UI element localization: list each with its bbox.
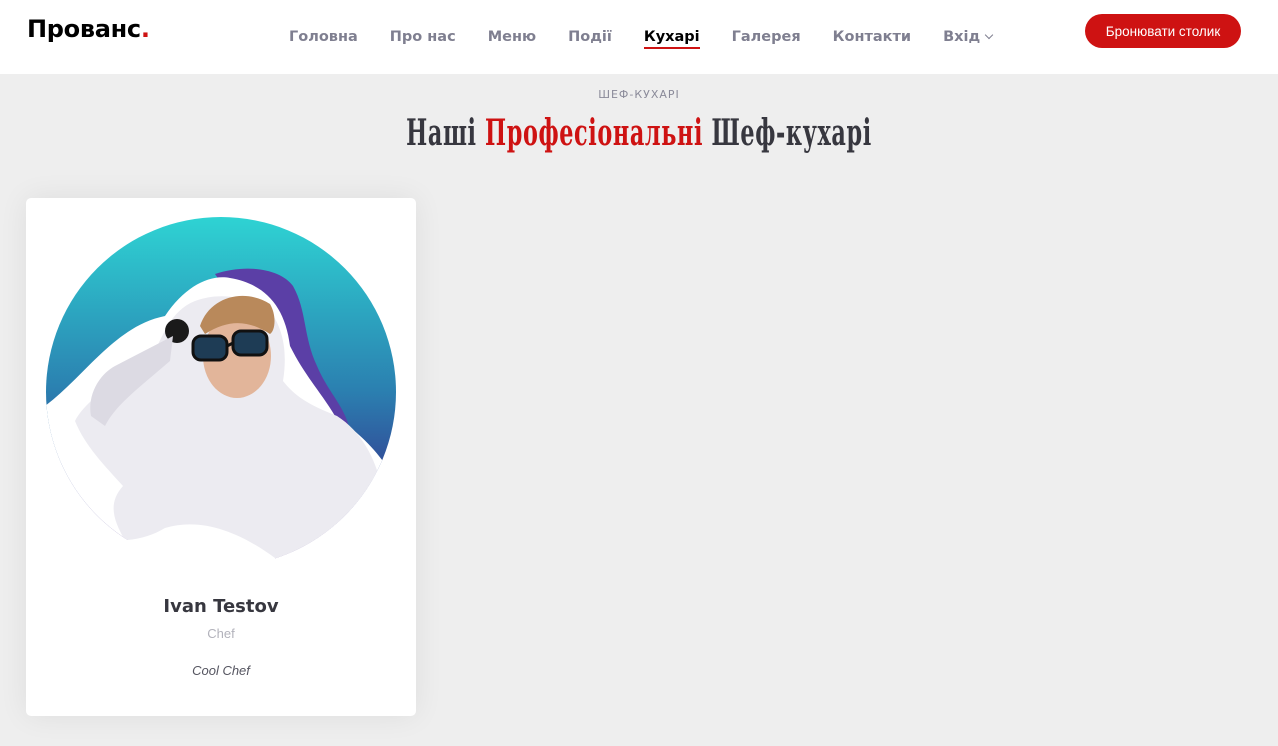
chef-role: Chef	[207, 626, 235, 641]
chef-description: Cool Chef	[192, 663, 250, 678]
section-title-part2: Шеф-кухарі	[703, 112, 872, 154]
nav-item-contacts[interactable]: Контакти	[833, 0, 911, 74]
nav-item-chefs[interactable]: Кухарі	[643, 0, 700, 74]
section-subtitle: ШЕФ-КУХАРІ	[598, 88, 680, 101]
nav-item-login[interactable]: Вхід	[943, 0, 994, 74]
nav-item-menu[interactable]: Меню	[488, 0, 536, 74]
section-title: Наші Професіональні Шеф-кухарі	[243, 112, 1035, 154]
logo-dot: .	[140, 15, 150, 43]
nav-item-login-label: Вхід	[943, 29, 981, 45]
chevron-down-icon	[984, 30, 994, 40]
main-nav: Головна Про нас Меню Події Кухарі Галере…	[289, 0, 994, 74]
nav-item-about[interactable]: Про нас	[390, 0, 456, 74]
chef-card: Ivan Testov Chef Cool Chef	[26, 198, 416, 716]
nav-item-home[interactable]: Головна	[289, 0, 358, 74]
nav-item-events[interactable]: Події	[568, 0, 612, 74]
logo[interactable]: Прованс.	[27, 15, 150, 43]
site-header: Прованс. Головна Про нас Меню Події Куха…	[0, 0, 1278, 74]
book-table-button[interactable]: Бронювати столик	[1085, 14, 1241, 48]
chef-name: Ivan Testov	[163, 596, 279, 617]
logo-text: Прованс	[27, 15, 141, 43]
nav-item-gallery[interactable]: Галерея	[732, 0, 801, 74]
section-title-accent: Професіональні	[485, 112, 704, 154]
section-title-part1: Наші	[406, 112, 486, 154]
chef-photo	[45, 217, 396, 562]
